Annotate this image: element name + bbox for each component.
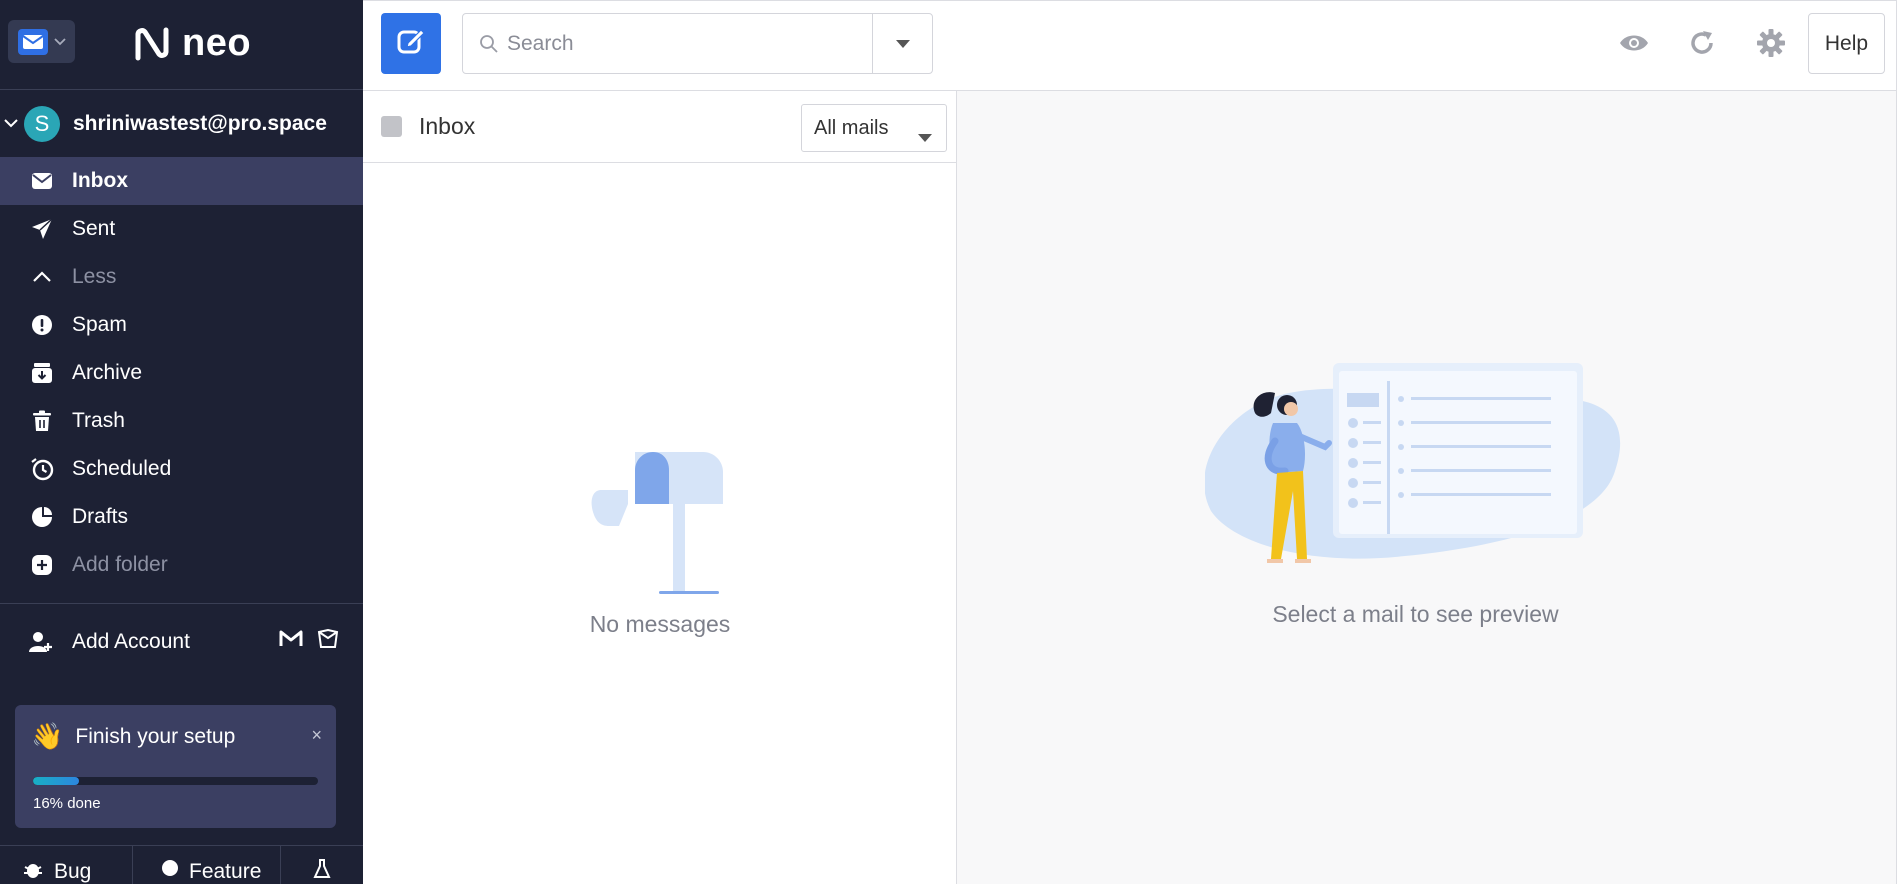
lightbulb-icon xyxy=(161,859,179,884)
setup-progress-fill xyxy=(33,777,79,785)
search-box[interactable] xyxy=(462,13,933,74)
sidebar-item-label: Sent xyxy=(72,217,116,240)
account-email: shriniwastest@pro.space xyxy=(73,112,327,135)
feature-request-button[interactable]: Feature xyxy=(133,846,281,884)
eye-icon xyxy=(1619,33,1649,58)
filter-value: All mails xyxy=(814,116,889,139)
empty-list-text: No messages xyxy=(589,611,731,637)
list-header: Inbox All mails xyxy=(363,91,956,163)
help-button[interactable]: Help xyxy=(1808,13,1885,74)
preview-empty-text: Select a mail to see preview xyxy=(1272,601,1559,627)
compose-icon xyxy=(396,26,426,61)
folder-list: Inbox Sent Less Spam Archive Trash Sched… xyxy=(0,157,363,589)
sidebar-item-archive[interactable]: Archive xyxy=(0,349,363,397)
sidebar-item-label: Inbox xyxy=(72,169,128,192)
caret-down-icon xyxy=(895,35,910,53)
sidebar-item-less[interactable]: Less xyxy=(0,253,363,301)
refresh-button[interactable] xyxy=(1685,28,1719,62)
sidebar-item-spam[interactable]: Spam xyxy=(0,301,363,349)
trash-icon xyxy=(29,408,55,434)
sidebar-item-trash[interactable]: Trash xyxy=(0,397,363,445)
gear-icon xyxy=(1756,28,1786,63)
caret-down-icon xyxy=(918,125,932,148)
settings-button[interactable] xyxy=(1754,28,1788,62)
search-input[interactable] xyxy=(507,31,867,56)
message-list-pane: Inbox All mails No messages xyxy=(363,91,957,884)
archive-icon xyxy=(29,360,55,386)
paper-plane-icon xyxy=(29,216,55,242)
setup-progress-label: 16% done xyxy=(33,795,101,812)
compose-button[interactable] xyxy=(381,13,441,74)
sidebar-item-label: Archive xyxy=(72,361,143,384)
neo-logo-icon xyxy=(135,27,169,60)
sidebar-footer: Bug Feature xyxy=(0,845,363,884)
bug-report-button[interactable]: Bug xyxy=(0,846,133,884)
envelope-icon xyxy=(29,168,55,194)
sidebar-item-label: Scheduled xyxy=(72,457,172,480)
sidebar-item-scheduled[interactable]: Scheduled xyxy=(0,445,363,493)
sidebar-item-drafts[interactable]: Drafts xyxy=(0,493,363,541)
close-icon[interactable]: × xyxy=(311,725,322,746)
setup-title: 👋 Finish your setup xyxy=(31,721,320,752)
feature-label: Feature xyxy=(189,860,262,883)
add-account-label: Add Account xyxy=(72,630,190,653)
top-toolbar: Help xyxy=(363,0,1897,91)
chevron-down-icon xyxy=(54,33,66,51)
avatar: S xyxy=(24,106,60,142)
divider xyxy=(0,603,363,604)
brand-name: neo xyxy=(182,22,252,64)
sidebar-item-label: Trash xyxy=(72,409,125,432)
setup-title-text: Finish your setup xyxy=(75,724,236,748)
add-account-button[interactable]: Add Account xyxy=(0,620,363,664)
flask-icon xyxy=(313,859,331,884)
search-options-dropdown[interactable] xyxy=(872,14,932,73)
preview-toggle-button[interactable] xyxy=(1617,28,1651,62)
setup-card[interactable]: 👋 Finish your setup × 16% done xyxy=(15,705,336,828)
sidebar-item-inbox[interactable]: Inbox xyxy=(0,157,363,205)
neo-logo: neo xyxy=(132,22,251,65)
waving-hand-icon: 👋 xyxy=(31,721,64,751)
setup-progress-bar xyxy=(33,777,318,785)
add-user-icon xyxy=(29,631,55,653)
list-title: Inbox xyxy=(419,113,476,139)
plus-icon xyxy=(29,552,55,578)
chevron-down-icon xyxy=(4,115,18,133)
select-mail-illustration xyxy=(1204,361,1665,586)
sidebar-item-label: Add folder xyxy=(72,553,168,576)
preview-pane: Select a mail to see preview xyxy=(957,91,1897,884)
mail-filter-dropdown[interactable]: All mails xyxy=(801,104,947,152)
sidebar: neo S shriniwastest@pro.space Inbox Sent… xyxy=(0,0,363,884)
outlook-icon[interactable] xyxy=(317,628,339,655)
select-all-checkbox[interactable] xyxy=(381,116,402,137)
account-row[interactable]: S shriniwastest@pro.space xyxy=(0,104,363,144)
chevron-up-icon xyxy=(29,264,55,290)
sidebar-item-label: Spam xyxy=(72,313,127,336)
search-icon xyxy=(479,34,499,54)
gmail-icon[interactable] xyxy=(279,629,303,655)
empty-mailbox-illustration xyxy=(589,446,729,611)
sidebar-item-label: Drafts xyxy=(72,505,129,528)
app-switcher[interactable] xyxy=(8,20,75,63)
sidebar-header: neo xyxy=(0,0,363,90)
labs-button[interactable] xyxy=(281,846,363,884)
sidebar-item-sent[interactable]: Sent xyxy=(0,205,363,253)
sidebar-item-label: Less xyxy=(72,265,117,288)
bug-icon xyxy=(22,859,44,884)
mail-app-icon xyxy=(18,28,48,55)
clock-icon xyxy=(29,456,55,482)
draft-icon xyxy=(29,504,55,530)
sidebar-item-add-folder[interactable]: Add folder xyxy=(0,541,363,589)
refresh-icon xyxy=(1688,29,1716,62)
exclamation-icon xyxy=(29,312,55,338)
bug-label: Bug xyxy=(54,860,92,883)
